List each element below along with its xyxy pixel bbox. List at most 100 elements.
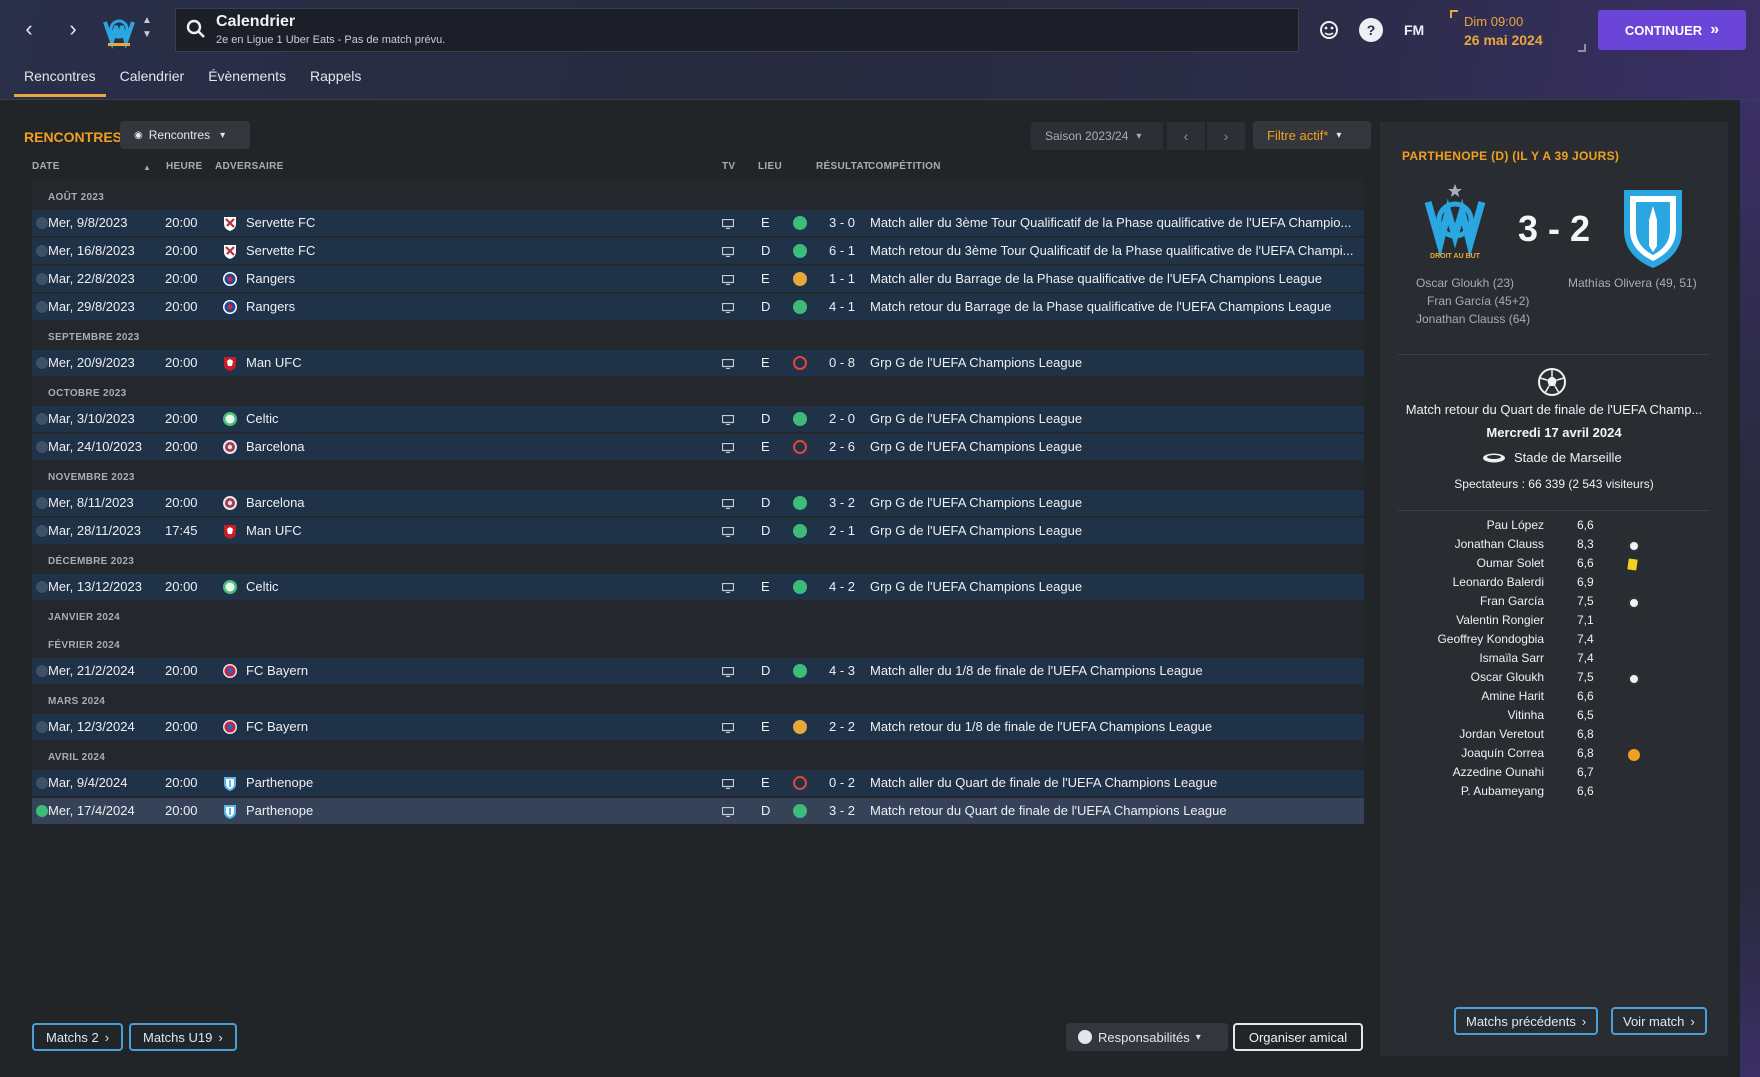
match-competition[interactable]: Match retour du Quart de finale de l'UEF… [1380, 402, 1728, 417]
player-name[interactable]: Amine Harit [1481, 689, 1544, 703]
filter-dropdown[interactable]: Filtre actif* ▾ [1253, 121, 1371, 149]
player-rating-row[interactable]: Valentin Rongier 7,1 [1380, 613, 1728, 632]
player-name[interactable]: Jordan Veretout [1459, 727, 1544, 741]
opponent-name[interactable]: Servette FC [246, 243, 315, 258]
match-competition[interactable]: Match retour du Barrage de la Phase qual… [870, 299, 1331, 314]
match-competition[interactable]: Grp G de l'UEFA Champions League [870, 411, 1082, 426]
match-row[interactable]: Mer, 13/12/2023 20:00 Celtic E 4 - 2 Grp G de… [32, 574, 1364, 600]
parthenope-crest-large-icon[interactable] [1618, 186, 1688, 270]
match-row[interactable]: Mer, 8/11/2023 20:00 Barcelona D 3 - 2 Grp G … [32, 490, 1364, 516]
help-icon[interactable]: ? [1359, 18, 1383, 42]
match-competition[interactable]: Match aller du Barrage de la Phase quali… [870, 271, 1322, 286]
match-competition[interactable]: Grp G de l'UEFA Champions League [870, 579, 1082, 594]
match-score[interactable]: 4 - 1 [829, 299, 855, 314]
match-competition[interactable]: Grp G de l'UEFA Champions League [870, 523, 1082, 538]
sort-asc-icon[interactable]: ▲ [143, 163, 151, 172]
match-row[interactable]: Mer, 20/9/2023 20:00 Man UFC E 0 - 8 Grp G de… [32, 350, 1364, 376]
tab-rappels[interactable]: Rappels [300, 66, 371, 97]
manager-face-icon[interactable] [1317, 18, 1341, 42]
opponent-name[interactable]: Celtic [246, 579, 279, 594]
row-select-checkbox[interactable] [36, 301, 48, 313]
player-rating-row[interactable]: Ismaïla Sarr 7,4 [1380, 651, 1728, 670]
player-name[interactable]: Vitinha [1508, 708, 1544, 722]
row-select-checkbox[interactable] [36, 805, 48, 817]
player-name[interactable]: Jonathan Clauss [1455, 537, 1544, 551]
match-score[interactable]: 0 - 2 [829, 775, 855, 790]
match-competition[interactable]: Match retour du Quart de finale de l'UEF… [870, 803, 1227, 818]
opponent-name[interactable]: Barcelona [246, 495, 305, 510]
opponent-name[interactable]: Parthenope [246, 775, 313, 790]
match-competition[interactable]: Match aller du Quart de finale de l'UEFA… [870, 775, 1217, 790]
match-score[interactable]: 3 - 2 [829, 495, 855, 510]
player-rating-row[interactable]: Jordan Veretout 6,8 [1380, 727, 1728, 746]
match-competition[interactable]: Match aller du 1/8 de finale de l'UEFA C… [870, 663, 1203, 678]
matchs-u19-button[interactable]: Matchs U19 › [129, 1023, 237, 1051]
player-rating-row[interactable]: Amine Harit 6,6 [1380, 689, 1728, 708]
opponent-name[interactable]: Barcelona [246, 439, 305, 454]
match-row[interactable]: Mar, 12/3/2024 20:00 FC Bayern E 2 - 2 Match … [32, 714, 1364, 740]
player-rating-row[interactable]: P. Aubameyang 6,6 [1380, 784, 1728, 803]
opponent-name[interactable]: Rangers [246, 271, 295, 286]
match-row[interactable]: Mer, 9/8/2023 20:00 Servette FC E 3 - 0 Match… [32, 210, 1364, 236]
player-rating-row[interactable]: Pau López 6,6 [1380, 518, 1728, 537]
match-score[interactable]: 2 - 6 [829, 439, 855, 454]
match-score[interactable]: 0 - 8 [829, 355, 855, 370]
player-name[interactable]: Leonardo Balerdi [1453, 575, 1544, 589]
col-header-adversaire[interactable]: ADVERSAIRE [215, 161, 284, 172]
match-competition[interactable]: Grp G de l'UEFA Champions League [870, 355, 1082, 370]
player-name[interactable]: P. Aubameyang [1461, 784, 1544, 798]
col-header-heure[interactable]: HEURE [166, 161, 203, 172]
organiser-amical-button[interactable]: Organiser amical [1233, 1023, 1363, 1051]
season-dropdown[interactable]: Saison 2023/24 ▾ [1031, 122, 1163, 150]
continue-button[interactable]: CONTINUER » [1598, 10, 1746, 50]
player-rating-row[interactable]: Joaquín Correa 6,8 [1380, 746, 1728, 765]
match-row[interactable]: Mar, 22/8/2023 20:00 Rangers E 1 - 1 Match al… [32, 266, 1364, 292]
player-name[interactable]: Oscar Gloukh [1471, 670, 1544, 684]
match-row[interactable]: Mar, 3/10/2023 20:00 Celtic D 2 - 0 Grp G de … [32, 406, 1364, 432]
match-row[interactable]: Mer, 21/2/2024 20:00 FC Bayern D 4 - 3 Match … [32, 658, 1364, 684]
opponent-name[interactable]: Man UFC [246, 355, 302, 370]
current-date[interactable]: Dim 09:00 26 mai 2024 [1450, 10, 1586, 52]
club-switch-arrows-icon[interactable]: ▲ ▼ [142, 14, 152, 42]
row-select-checkbox[interactable] [36, 777, 48, 789]
responsabilites-dropdown[interactable]: Responsabilités ▾ [1066, 1023, 1228, 1051]
row-select-checkbox[interactable] [36, 357, 48, 369]
row-select-checkbox[interactable] [36, 441, 48, 453]
player-rating-row[interactable]: Vitinha 6,5 [1380, 708, 1728, 727]
search-bar[interactable]: Calendrier 2e en Ligue 1 Uber Eats - Pas… [175, 8, 1299, 52]
tab-evenements[interactable]: Évènements [198, 66, 296, 97]
col-header-date[interactable]: DATE [32, 161, 60, 172]
player-rating-row[interactable]: Fran García 7,5 [1380, 594, 1728, 613]
row-select-checkbox[interactable] [36, 665, 48, 677]
forward-arrow-icon[interactable]: › [58, 14, 88, 44]
col-header-resultat[interactable]: RÉSULTAT [816, 161, 870, 172]
view-dropdown[interactable]: ◉ Rencontres ▾ [120, 121, 250, 149]
match-score[interactable]: 6 - 1 [829, 243, 855, 258]
row-select-checkbox[interactable] [36, 273, 48, 285]
opponent-name[interactable]: Parthenope [246, 803, 313, 818]
player-name[interactable]: Pau López [1487, 518, 1544, 532]
player-rating-row[interactable]: Azzedine Ounahi 6,7 [1380, 765, 1728, 784]
matchs-2-button[interactable]: Matchs 2 › [32, 1023, 124, 1051]
row-select-checkbox[interactable] [36, 525, 48, 537]
match-competition[interactable]: Grp G de l'UEFA Champions League [870, 439, 1082, 454]
col-header-lieu[interactable]: LIEU [758, 161, 782, 172]
match-row[interactable]: Mar, 29/8/2023 20:00 Rangers D 4 - 1 Match re… [32, 294, 1364, 320]
match-score[interactable]: 1 - 1 [829, 271, 855, 286]
row-select-checkbox[interactable] [36, 497, 48, 509]
player-name[interactable]: Oumar Solet [1477, 556, 1544, 570]
player-name[interactable]: Joaquín Correa [1461, 746, 1544, 760]
stadium[interactable]: Stade de Marseille [1482, 450, 1622, 465]
match-row[interactable]: Mer, 17/4/2024 20:00 Parthenope D 3 - 2 Match… [32, 798, 1364, 824]
match-row[interactable]: Mer, 16/8/2023 20:00 Servette FC D 6 - 1 Matc… [32, 238, 1364, 264]
match-score[interactable]: 2 - 0 [829, 411, 855, 426]
player-name[interactable]: Valentin Rongier [1456, 613, 1544, 627]
om-crest-icon[interactable] [100, 12, 138, 50]
row-select-checkbox[interactable] [36, 581, 48, 593]
search-icon[interactable] [186, 19, 206, 39]
opponent-name[interactable]: FC Bayern [246, 663, 308, 678]
player-rating-row[interactable]: Jonathan Clauss 8,3 [1380, 537, 1728, 556]
player-name[interactable]: Azzedine Ounahi [1453, 765, 1544, 779]
fm-menu-button[interactable]: FM [1404, 22, 1424, 38]
match-competition[interactable]: Match retour du 1/8 de finale de l'UEFA … [870, 719, 1212, 734]
